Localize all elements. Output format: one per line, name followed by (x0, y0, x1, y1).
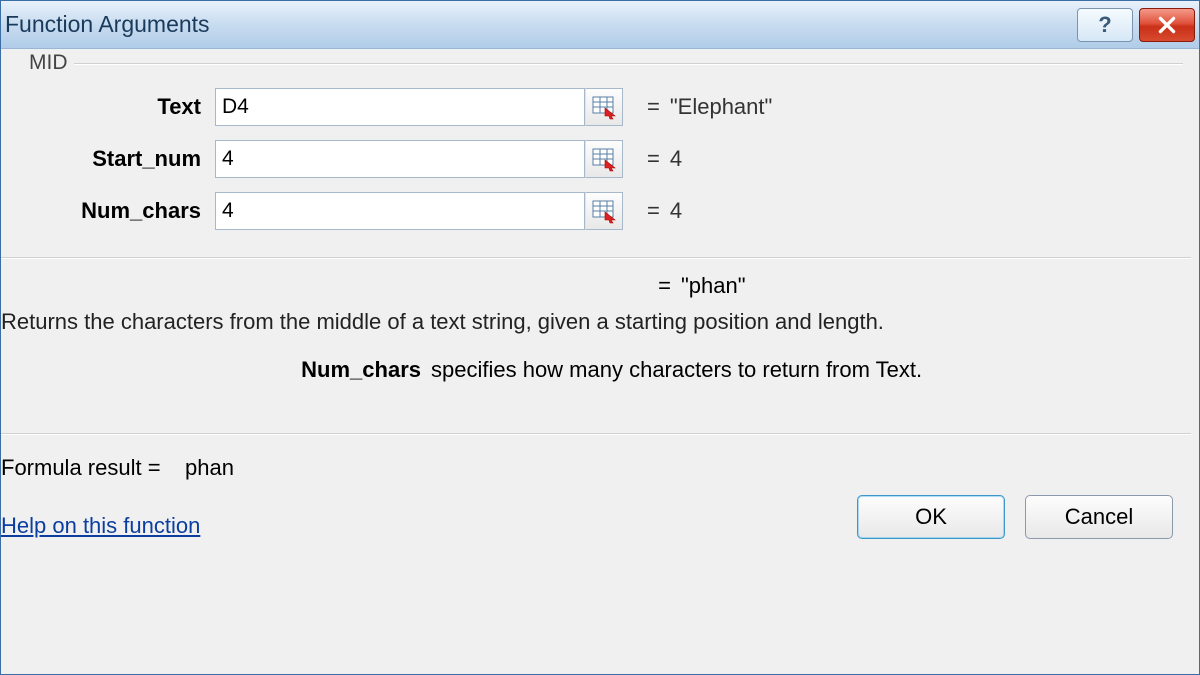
group-divider (69, 63, 1183, 65)
arg-row-numchars: Num_chars = 4 (1, 185, 1183, 237)
close-button[interactable] (1139, 8, 1195, 42)
cancel-button[interactable]: Cancel (1025, 495, 1173, 539)
arg-input-text[interactable] (215, 88, 585, 126)
dialog-footer: Formula result = phan Help on this funct… (1, 443, 1191, 553)
ok-button[interactable]: OK (857, 495, 1005, 539)
eval-row: = "phan" (1, 267, 1191, 305)
function-name-label: MID (23, 51, 74, 75)
help-icon: ? (1098, 12, 1111, 38)
range-select-icon (591, 94, 617, 120)
help-on-function-link[interactable]: Help on this function (1, 513, 234, 539)
arg-label-startnum: Start_num (1, 146, 215, 172)
close-icon (1156, 14, 1178, 36)
equals-sign: = (647, 198, 660, 224)
formula-result: Formula result = phan (1, 455, 234, 489)
formula-result-label: Formula result = (1, 455, 161, 480)
dialog-body: MID Text = "Elephant" (1, 49, 1199, 674)
ref-select-button[interactable] (585, 140, 623, 178)
equals-sign: = (647, 146, 660, 172)
arg-input-numchars[interactable] (215, 192, 585, 230)
formula-result-value: phan (185, 455, 234, 480)
current-arg-description: Num_chars specifies how many characters … (1, 339, 1191, 393)
arg-row-text: Text = "Elephant" (1, 81, 1183, 133)
function-group: MID Text = "Elephant" (1, 63, 1183, 249)
arg-preview-text: "Elephant" (670, 94, 772, 120)
eval-preview: "phan" (681, 273, 746, 299)
ref-select-button[interactable] (585, 88, 623, 126)
equals-sign: = (1, 273, 681, 299)
equals-sign: = (647, 94, 660, 120)
range-select-icon (591, 198, 617, 224)
button-row: OK Cancel (857, 495, 1173, 539)
current-arg-name: Num_chars (1, 357, 431, 383)
arg-preview-startnum: 4 (670, 146, 682, 172)
arg-input-startnum[interactable] (215, 140, 585, 178)
range-select-icon (591, 146, 617, 172)
window-title: Function Arguments (5, 11, 1071, 38)
divider (1, 257, 1191, 259)
ref-select-button[interactable] (585, 192, 623, 230)
function-arguments-dialog: Function Arguments ? MID Text (0, 0, 1200, 675)
titlebar: Function Arguments ? (1, 1, 1199, 49)
arg-row-startnum: Start_num = 4 (1, 133, 1183, 185)
arg-label-text: Text (1, 94, 215, 120)
divider (1, 433, 1191, 435)
arg-label-numchars: Num_chars (1, 198, 215, 224)
help-button[interactable]: ? (1077, 8, 1133, 42)
footer-left: Formula result = phan Help on this funct… (1, 455, 234, 539)
arg-preview-numchars: 4 (670, 198, 682, 224)
function-description: Returns the characters from the middle o… (1, 305, 1191, 339)
current-arg-text: specifies how many characters to return … (431, 357, 1183, 383)
